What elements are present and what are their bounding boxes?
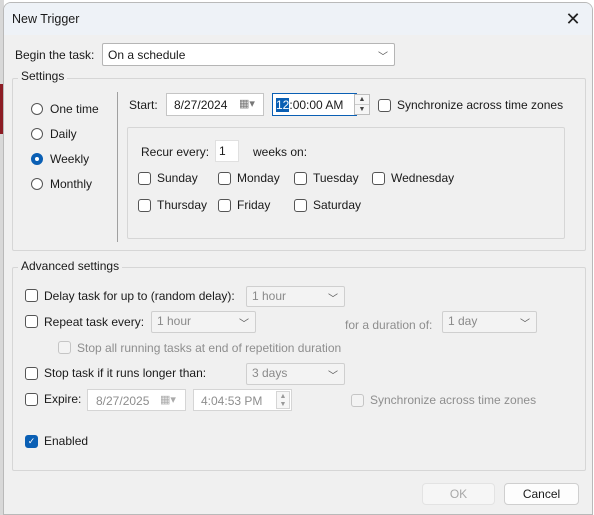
- delay-task-value: 1 hour: [252, 289, 287, 303]
- start-time-input[interactable]: 12:00:00 AM: [272, 93, 357, 116]
- enabled-checkbox[interactable]: ✓: [25, 435, 38, 448]
- label-monday: Monday: [237, 171, 280, 185]
- delay-task-select[interactable]: 1 hour ﹀: [246, 286, 345, 307]
- label-tuesday: Tuesday: [313, 171, 359, 185]
- spin-down-icon[interactable]: ▼: [277, 400, 289, 408]
- duration-value: 1 day: [448, 314, 478, 328]
- close-button[interactable]: ✕: [558, 6, 588, 32]
- cancel-button[interactable]: Cancel: [504, 483, 579, 505]
- duration-label: for a duration of:: [345, 318, 433, 332]
- checkmark-icon: ✓: [27, 436, 36, 446]
- calendar-icon[interactable]: ▦▾: [160, 393, 176, 406]
- checkbox-monday[interactable]: [218, 172, 231, 185]
- checkbox-thursday[interactable]: [138, 199, 151, 212]
- begin-task-label: Begin the task:: [15, 48, 95, 62]
- radio-monthly-label: Monthly: [50, 177, 93, 191]
- radio-one-time[interactable]: [31, 103, 43, 115]
- repeat-task-value: 1 hour: [157, 314, 192, 328]
- expire-date-picker[interactable]: 8/27/2025 ▦▾: [87, 389, 186, 411]
- expire-sync-label: Synchronize across time zones: [370, 393, 537, 407]
- expire-time-value: 4:04:53 PM: [201, 394, 263, 408]
- dialog-title: New Trigger: [12, 12, 80, 26]
- begin-task-value: On a schedule: [108, 48, 186, 62]
- spin-up-icon[interactable]: ▲: [355, 95, 369, 105]
- start-date-value: 8/27/2024: [174, 98, 228, 112]
- repeat-task-label: Repeat task every:: [44, 315, 145, 329]
- start-time-selected: 12: [276, 98, 290, 112]
- delay-task-label: Delay task for up to (random delay):: [44, 289, 235, 303]
- recur-value: 1: [219, 144, 226, 158]
- settings-divider: [117, 92, 118, 242]
- ok-button[interactable]: OK: [422, 483, 495, 505]
- expire-label: Expire:: [44, 392, 82, 406]
- start-date-picker[interactable]: 8/27/2024 ▦▾: [166, 93, 264, 116]
- calendar-icon[interactable]: ▦▾: [239, 97, 255, 110]
- recur-label: Recur every:: [141, 145, 210, 159]
- expire-sync-checkbox[interactable]: [351, 394, 364, 407]
- label-friday: Friday: [237, 198, 271, 212]
- radio-daily[interactable]: [31, 128, 43, 140]
- chevron-down-icon: ﹀: [239, 319, 249, 330]
- close-icon: ✕: [565, 8, 581, 29]
- sync-timezones-checkbox[interactable]: [378, 99, 391, 112]
- begin-task-select[interactable]: On a schedule ﹀: [102, 43, 395, 66]
- chevron-down-icon: ﹀: [328, 371, 338, 382]
- delay-task-checkbox[interactable]: [25, 289, 38, 302]
- checkbox-tuesday[interactable]: [294, 172, 307, 185]
- expire-time-spinner[interactable]: ▲ ▼: [276, 391, 290, 409]
- stop-all-tasks-checkbox[interactable]: [58, 341, 71, 354]
- stop-longer-value: 3 days: [252, 366, 288, 380]
- checkbox-friday[interactable]: [218, 199, 231, 212]
- stop-longer-checkbox[interactable]: [25, 367, 38, 380]
- chevron-down-icon: ﹀: [520, 319, 530, 330]
- label-thursday: Thursday: [157, 198, 208, 212]
- expire-checkbox[interactable]: [25, 393, 38, 406]
- start-time-spinner[interactable]: ▲ ▼: [354, 94, 370, 115]
- radio-weekly-label: Weekly: [50, 152, 90, 166]
- sync-timezones-label: Synchronize across time zones: [397, 98, 564, 112]
- label-saturday: Saturday: [313, 198, 362, 212]
- recur-input[interactable]: 1: [215, 140, 239, 162]
- radio-one-time-label: One time: [50, 102, 99, 116]
- radio-monthly[interactable]: [31, 178, 43, 190]
- chevron-down-icon: ﹀: [378, 52, 388, 63]
- enabled-label: Enabled: [44, 434, 89, 448]
- chevron-down-icon: ﹀: [328, 294, 338, 305]
- settings-legend: Settings: [18, 69, 68, 83]
- repeat-task-select[interactable]: 1 hour ﹀: [151, 311, 256, 333]
- stop-longer-label: Stop task if it runs longer than:: [44, 366, 207, 380]
- start-time-rest: :00:00 AM: [289, 98, 344, 112]
- checkbox-sunday[interactable]: [138, 172, 151, 185]
- expire-date-value: 8/27/2025: [96, 394, 150, 408]
- label-sunday: Sunday: [157, 171, 198, 185]
- title-bar: New Trigger ✕: [4, 3, 592, 35]
- duration-select[interactable]: 1 day ﹀: [442, 311, 537, 333]
- weeks-on-label: weeks on:: [253, 145, 308, 159]
- label-wednesday: Wednesday: [391, 171, 455, 185]
- spin-up-icon[interactable]: ▲: [277, 392, 289, 400]
- stop-longer-select[interactable]: 3 days ﹀: [246, 363, 345, 385]
- radio-daily-label: Daily: [50, 127, 77, 141]
- stop-all-tasks-label: Stop all running tasks at end of repetit…: [77, 341, 342, 355]
- checkbox-wednesday[interactable]: [372, 172, 385, 185]
- radio-weekly[interactable]: [31, 153, 43, 165]
- new-trigger-dialog: New Trigger ✕ Begin the task: On a sched…: [3, 2, 593, 515]
- checkbox-saturday[interactable]: [294, 199, 307, 212]
- start-label: Start:: [129, 98, 158, 112]
- repeat-task-checkbox[interactable]: [25, 315, 38, 328]
- spin-down-icon[interactable]: ▼: [355, 105, 369, 115]
- advanced-settings-legend: Advanced settings: [18, 259, 123, 273]
